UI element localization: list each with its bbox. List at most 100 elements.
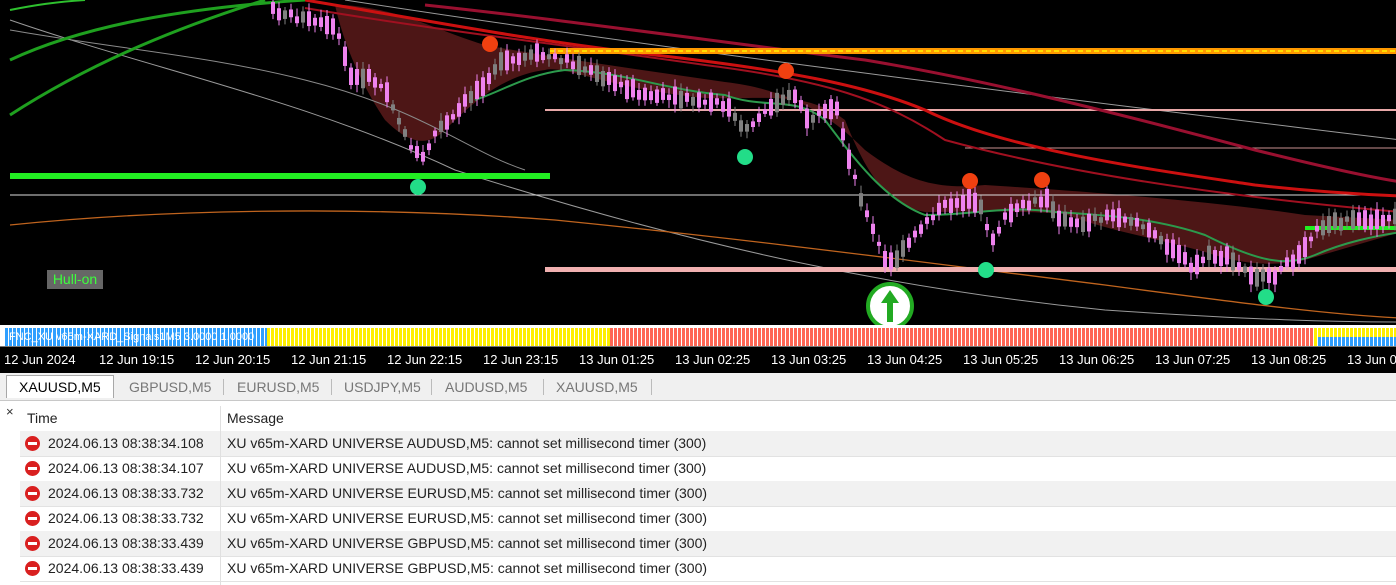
log-row[interactable]: 2024.06.13 08:38:34.107 XU v65m-XARD UNI…: [20, 456, 1396, 482]
signal-cell: [658, 328, 661, 346]
candle-body: [895, 250, 899, 268]
tab-audusd-m5[interactable]: AUDUSD,M5: [433, 376, 539, 398]
candle-body: [595, 65, 599, 82]
signal-cell: [1342, 337, 1345, 346]
tab-xauusd-m5-2[interactable]: XAUUSD,M5: [544, 376, 650, 398]
time-axis-label: 13 Jun 04:25: [867, 352, 943, 367]
candle-body: [799, 100, 803, 111]
candle-body: [1351, 210, 1355, 229]
sell-signal-dot[interactable]: [482, 36, 498, 52]
signal-cell: [694, 328, 697, 346]
log-time: 2024.06.13 08:38:34.107: [48, 460, 204, 476]
signal-cell: [682, 328, 685, 346]
log-row[interactable]: 2024.06.13 08:38:33.439 XU v65m-XARD UNI…: [20, 556, 1396, 582]
signal-cell: [946, 328, 949, 346]
signal-cell: [866, 328, 869, 346]
column-header-time[interactable]: Time: [27, 410, 58, 426]
buy-signal-dot[interactable]: [737, 149, 753, 165]
signal-cell: [527, 328, 530, 346]
error-icon: [25, 511, 40, 526]
candle-body: [331, 18, 335, 35]
candle-body: [1015, 203, 1019, 213]
signal-cell: [1390, 337, 1393, 346]
signal-cell: [1338, 328, 1341, 337]
signal-cell: [1046, 328, 1049, 346]
time-axis-label: 12 Jun 2024: [4, 352, 76, 367]
signal-cell: [507, 328, 510, 346]
close-icon[interactable]: ×: [6, 404, 14, 419]
signal-cell: [1370, 328, 1373, 337]
candle-body: [823, 103, 827, 119]
tab-gbpusd-m5[interactable]: GBPUSD,M5: [117, 376, 223, 398]
tab-usdjpy-m5[interactable]: USDJPY,M5: [332, 376, 433, 398]
signal-cell: [1298, 328, 1301, 346]
signal-cell: [1074, 328, 1077, 346]
sell-signal-dot[interactable]: [1034, 172, 1050, 188]
candle-body: [1123, 216, 1127, 223]
signal-cell: [1302, 328, 1305, 346]
candle-body: [1201, 256, 1205, 264]
sell-signal-dot[interactable]: [962, 173, 978, 189]
candle-body: [271, 2, 275, 14]
price-chart[interactable]: Hull-on: [0, 0, 1396, 325]
signal-cell: [431, 328, 434, 346]
signal-cell: [483, 328, 486, 346]
signal-cell: [547, 328, 550, 346]
candle-body: [883, 250, 887, 268]
chart-tabs: XAUUSD,M5 GBPUSD,M5 EURUSD,M5 USDJPY,M5 …: [0, 373, 1396, 401]
signal-cell: [539, 328, 542, 346]
tab-xauusd-m5[interactable]: XAUUSD,M5: [6, 375, 114, 398]
signal-cell: [375, 328, 378, 346]
signal-cell: [271, 328, 274, 346]
signal-cell: [415, 328, 418, 346]
signal-cell: [511, 328, 514, 346]
buy-signal-dot[interactable]: [1258, 289, 1274, 305]
signal-cell: [1370, 337, 1373, 346]
log-row[interactable]: 2024.06.13 08:38:34.108 XU v65m-XARD UNI…: [20, 431, 1396, 457]
candle-body: [745, 124, 749, 132]
signal-cell: [363, 328, 366, 346]
log-row[interactable]: 2024.06.13 08:38:33.732 XU v65m-XARD UNI…: [20, 481, 1396, 507]
candle-body: [391, 104, 395, 111]
signal-cell: [738, 328, 741, 346]
log-time: 2024.06.13 08:38:33.439: [48, 560, 204, 576]
log-time: 2024.06.13 08:38:33.732: [48, 510, 204, 526]
candle-body: [1051, 201, 1055, 219]
candle-body: [1135, 217, 1139, 227]
log-row[interactable]: 2024.06.13 08:38:33.732 XU v65m-XARD UNI…: [20, 506, 1396, 532]
signal-cell: [1086, 328, 1089, 346]
tab-eurusd-m5[interactable]: EURUSD,M5: [225, 376, 331, 398]
column-header-message[interactable]: Message: [227, 410, 284, 426]
chart-canvas[interactable]: [5, 0, 1396, 325]
buy-signal-dot[interactable]: [978, 262, 994, 278]
signal-cell: [1194, 328, 1197, 346]
candle-body: [1105, 209, 1109, 221]
candle-body: [583, 66, 587, 73]
hull-toggle-button[interactable]: Hull-on: [47, 270, 103, 289]
candle-body: [1099, 217, 1103, 223]
candle-body: [769, 98, 773, 116]
signal-cell: [626, 328, 629, 346]
buy-signal-dot[interactable]: [410, 179, 426, 195]
signal-cell: [403, 328, 406, 346]
candle-body: [817, 110, 821, 116]
signal-cell: [327, 328, 330, 346]
signal-cell: [1346, 328, 1349, 337]
candle-body: [829, 99, 833, 120]
signal-cell: [487, 328, 490, 346]
signal-cell: [491, 328, 494, 346]
time-axis-label: 13 Jun 0: [1347, 352, 1396, 367]
signal-cell: [942, 328, 945, 346]
signal-cell: [1350, 328, 1353, 337]
candle-body: [1027, 200, 1031, 211]
candle-body: [343, 46, 347, 66]
error-icon: [25, 461, 40, 476]
log-row[interactable]: 2024.06.13 08:38:33.439 XU v65m-XARD UNI…: [20, 531, 1396, 557]
signal-cell: [1222, 328, 1225, 346]
sell-signal-dot[interactable]: [778, 63, 794, 79]
signal-cell: [1210, 328, 1213, 346]
signal-cell: [583, 328, 586, 346]
candle-body: [463, 94, 467, 107]
buy-arrow-icon[interactable]: [866, 282, 914, 325]
signal-cell: [479, 328, 482, 346]
